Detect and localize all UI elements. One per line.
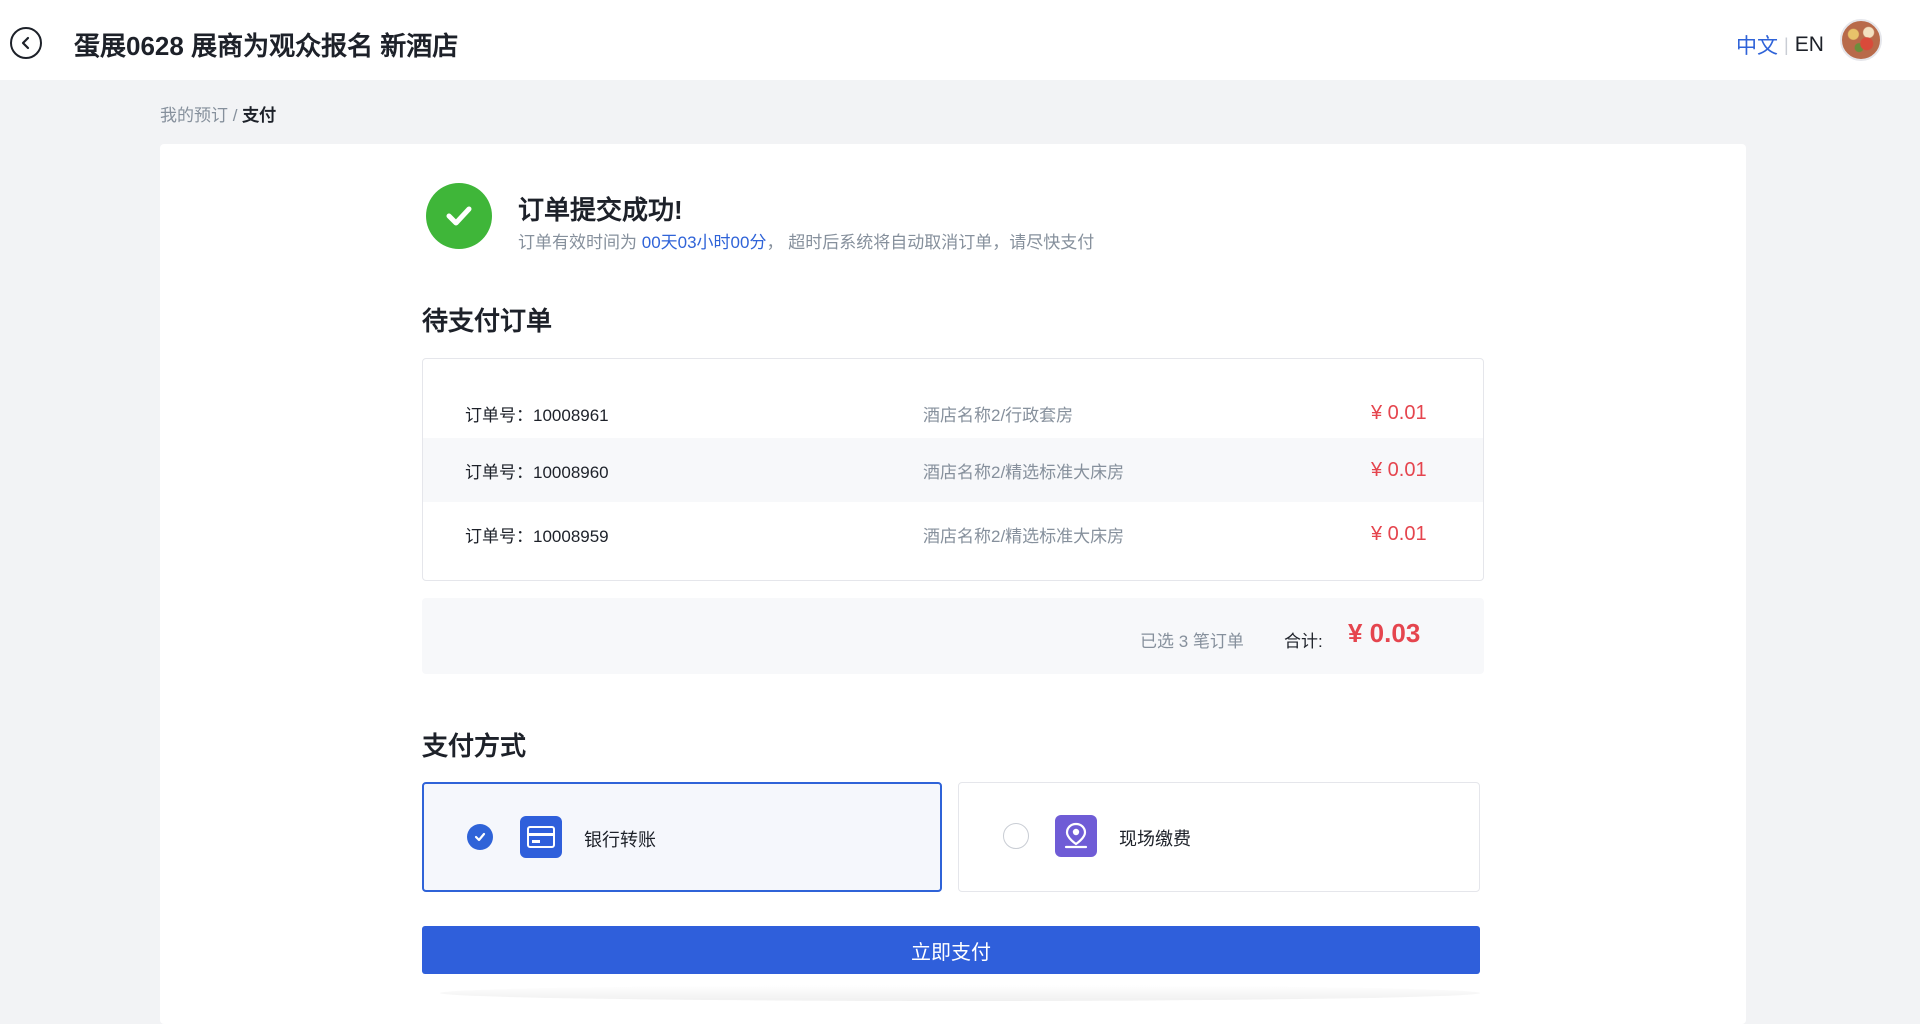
pay-option-label: 银行转账 (584, 830, 656, 850)
order-price: ¥ 0.01 (1371, 522, 1427, 545)
success-check-icon (426, 183, 492, 249)
breadcrumb-current: 支付 (242, 106, 277, 125)
order-row: 订单号：10008959 酒店名称2/精选标准大床房 ¥ 0.01 (423, 502, 1483, 566)
bottom-shadow (440, 985, 1480, 1001)
radio-unchecked-icon[interactable] (1003, 823, 1029, 849)
success-title: 订单提交成功! (518, 195, 683, 225)
chevron-left-icon (21, 36, 30, 50)
pay-option-onsite[interactable]: 现场缴费 (958, 782, 1480, 892)
payment-card (160, 144, 1746, 1024)
order-row: 订单号：10008961 酒店名称2/行政套房 ¥ 0.01 (423, 381, 1483, 445)
order-hotel: 酒店名称2/行政套房 (923, 405, 1074, 425)
breadcrumb-my-bookings[interactable]: 我的预订 (160, 106, 228, 125)
remaining-time: 00天03小时00分 (641, 233, 767, 252)
success-sub-suffix: ， 超时后系统将自动取消订单，请尽快支付 (766, 233, 1095, 252)
location-person-icon (1055, 815, 1097, 857)
order-number: 订单号：10008959 (465, 526, 609, 546)
user-avatar[interactable] (1840, 19, 1882, 61)
order-price: ¥ 0.01 (1371, 458, 1427, 481)
order-list: 订单号：10008961 酒店名称2/行政套房 ¥ 0.01 订单号：10008… (422, 358, 1484, 581)
back-button[interactable] (10, 27, 42, 59)
order-price: ¥ 0.01 (1371, 401, 1427, 424)
payment-method-title: 支付方式 (422, 731, 527, 761)
order-number: 订单号：10008961 (465, 405, 609, 425)
lang-separator: | (1784, 34, 1789, 55)
page-title: 蛋展0628 展商为观众报名 新酒店 (74, 31, 459, 61)
language-switcher: 中文 | EN (1736, 30, 1824, 60)
order-number: 订单号：10008960 (465, 462, 609, 482)
pay-option-bank-transfer[interactable]: 银行转账 (422, 782, 942, 892)
pay-now-button[interactable]: 立即支付 (422, 926, 1480, 974)
top-bar: 蛋展0628 展商为观众报名 新酒店 中文 | EN (0, 0, 1920, 80)
order-hotel: 酒店名称2/精选标准大床房 (923, 526, 1125, 546)
order-summary: 已选 3 笔订单 合计: ¥ 0.03 (422, 598, 1484, 674)
pending-orders-title: 待支付订单 (422, 306, 553, 336)
order-hotel: 酒店名称2/精选标准大床房 (923, 462, 1125, 482)
lang-zh-option[interactable]: 中文 (1736, 30, 1778, 60)
bank-card-icon (520, 816, 562, 858)
selected-count: 已选 3 笔订单 (1140, 632, 1244, 651)
radio-checked-icon[interactable] (467, 824, 493, 850)
success-sub-prefix: 订单有效时间为 (518, 233, 642, 252)
pay-option-label: 现场缴费 (1119, 829, 1191, 849)
success-subtitle: 订单有效时间为 00天03小时00分， 超时后系统将自动取消订单，请尽快支付 (518, 228, 1094, 253)
lang-en-option[interactable]: EN (1795, 33, 1824, 57)
total-amount: ¥ 0.03 (1348, 618, 1421, 648)
order-row: 订单号：10008960 酒店名称2/精选标准大床房 ¥ 0.01 (423, 438, 1483, 502)
breadcrumb-separator: / (228, 106, 243, 125)
breadcrumb: 我的预订 / 支付 (160, 101, 276, 126)
total-label: 合计: (1284, 632, 1323, 651)
